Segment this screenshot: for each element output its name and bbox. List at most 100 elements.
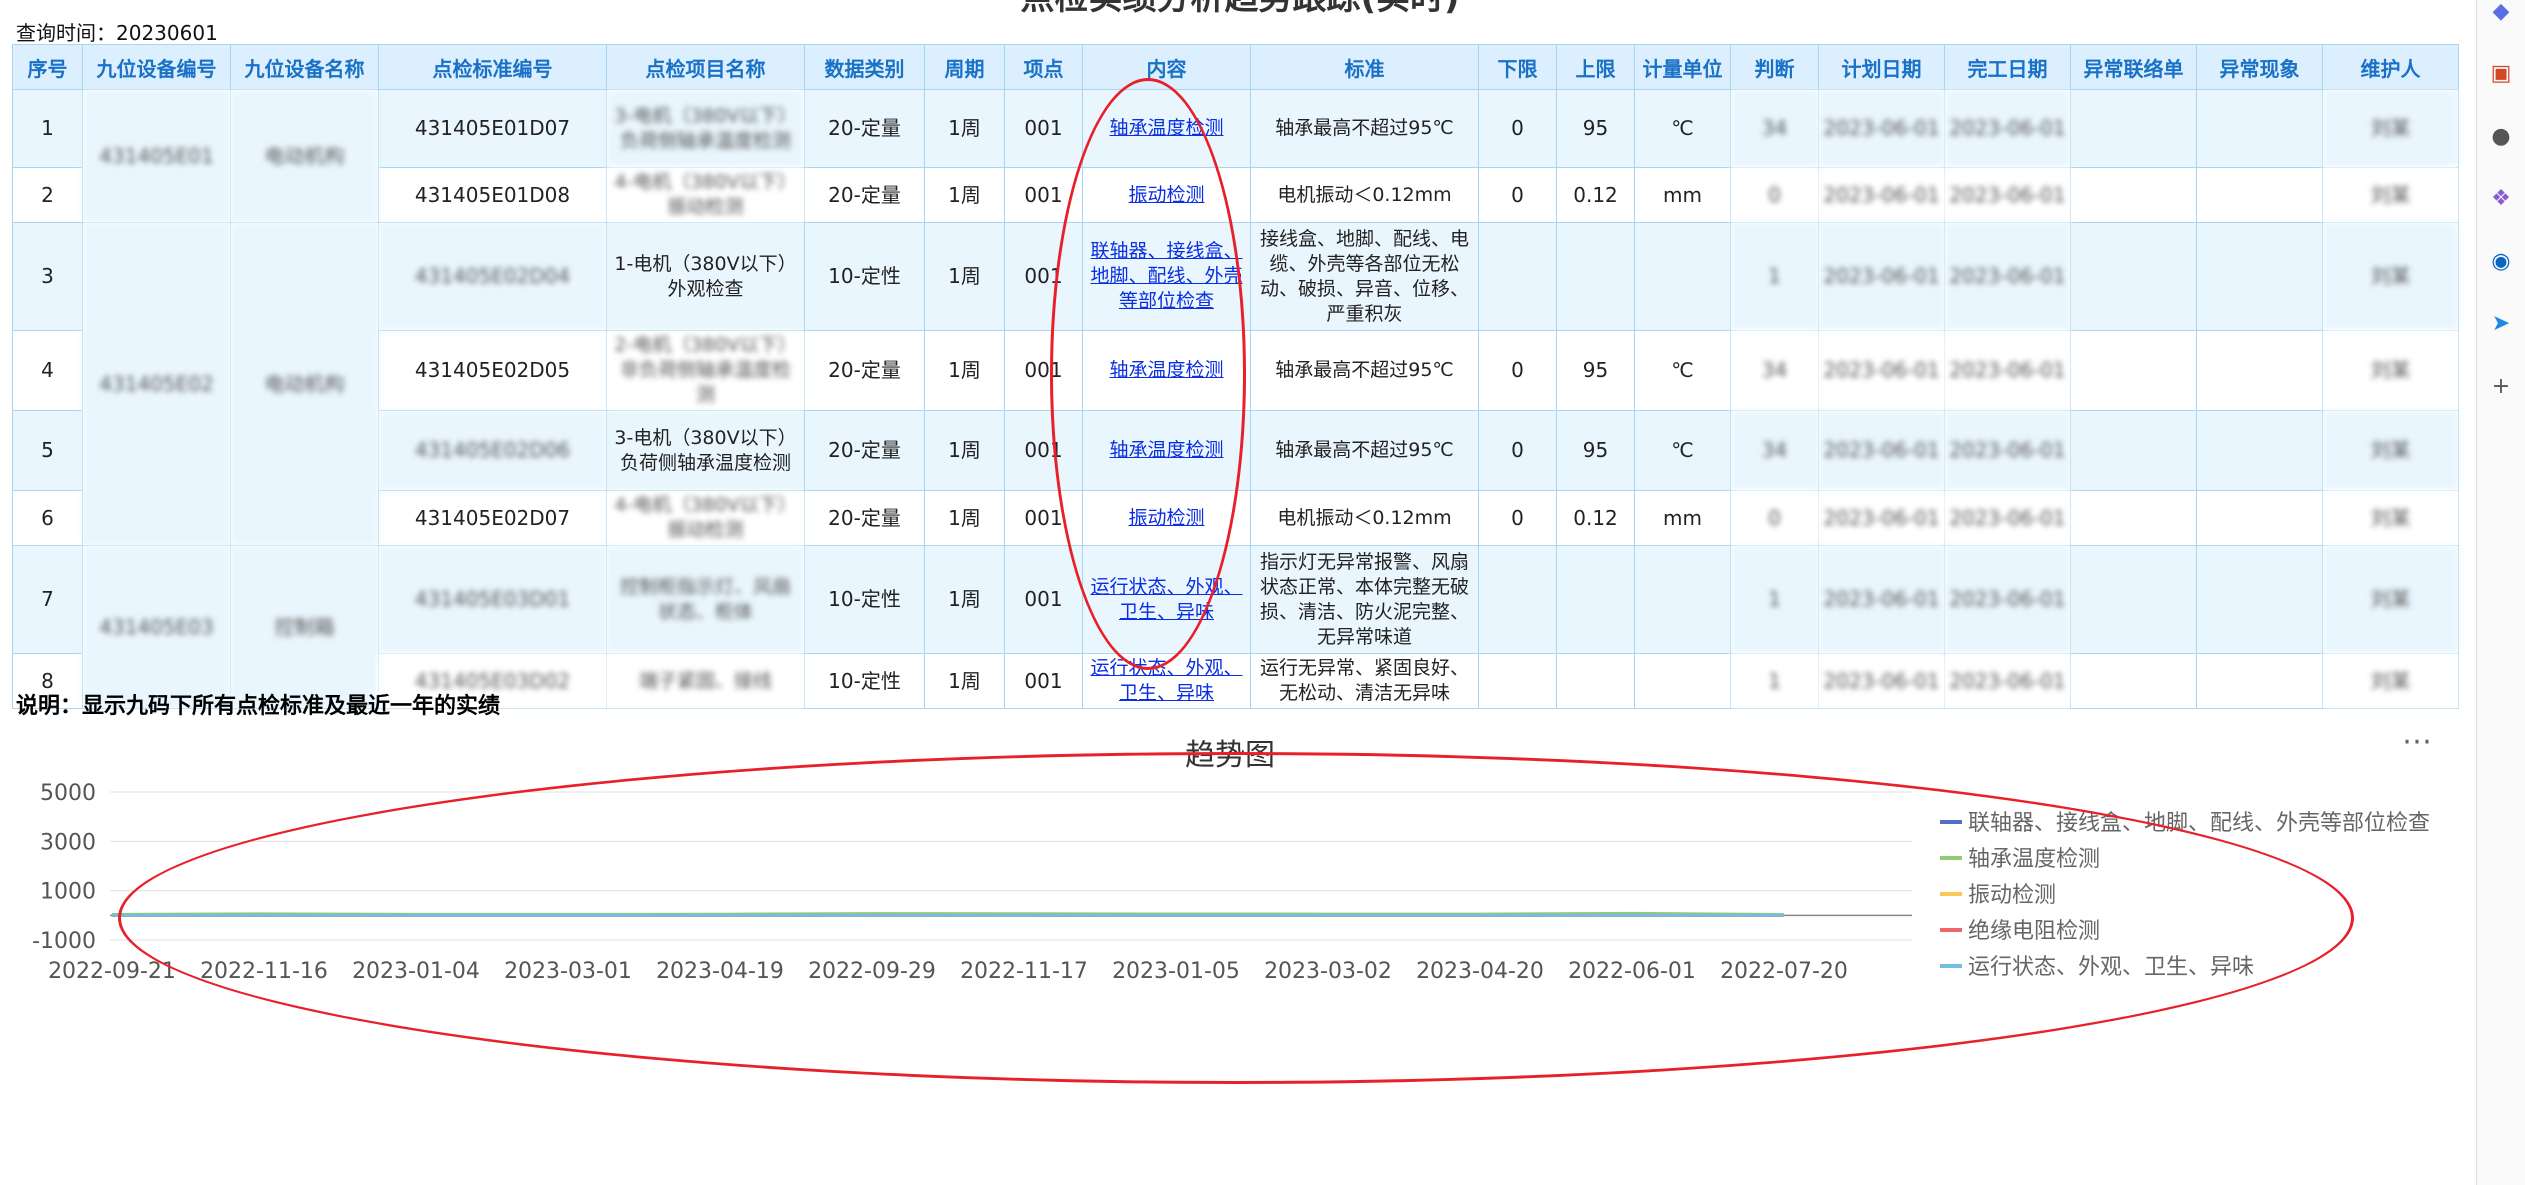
header-cell[interactable]: 项点 <box>1004 44 1083 90</box>
header-cell[interactable]: 下限 <box>1478 44 1557 90</box>
judge-cell: 0 <box>1730 167 1819 223</box>
maintainer-cell: 刘某 <box>2322 545 2459 654</box>
equipment-name-cell: 电动机构 <box>230 89 379 223</box>
no-cell: 1 <box>12 89 83 168</box>
standard-cell: 轴承最高不超过95℃ <box>1250 410 1479 491</box>
outlook-icon[interactable]: ◉ <box>2489 250 2513 274</box>
query-time: 查询时间：20230601 <box>16 21 218 45</box>
unit-cell: ℃ <box>1634 89 1731 168</box>
header-cell[interactable]: 上限 <box>1556 44 1635 90</box>
content-link[interactable]: 运行状态、外观、卫生、异味 <box>1090 576 1242 623</box>
unit-cell <box>1634 222 1731 331</box>
plan-date-cell: 2023-06-01 <box>1818 410 1945 491</box>
content-link[interactable]: 联轴器、接线盒、地脚、配线、外壳等部位检查 <box>1090 240 1242 312</box>
plus-icon[interactable]: + <box>2489 375 2513 399</box>
header-cell[interactable]: 九位设备编号 <box>82 44 231 90</box>
legend-label[interactable]: 联轴器、接线盒、地脚、配线、外壳等部位检查 <box>1968 811 2430 836</box>
done-date-cell: 2023-06-01 <box>1944 89 2071 168</box>
unit-cell: mm <box>1634 167 1731 223</box>
std-no-cell: 431405E02D06 <box>378 410 607 491</box>
lower-cell: 0 <box>1478 330 1557 411</box>
abn-contact-cell <box>2070 222 2197 331</box>
table-row: 3 431405E02 电动机构 431405E02D04 1-电机（380V以下）外观… <box>12 222 2459 546</box>
std-no-cell: 431405E02D04 <box>378 222 607 331</box>
upper-cell: 0.12 <box>1556 490 1635 546</box>
ellipsis-icon[interactable]: ⋯ <box>2402 724 2433 759</box>
cycle-cell: 1周 <box>924 330 1005 411</box>
standard-cell: 轴承最高不超过95℃ <box>1250 89 1479 168</box>
content-cell: 振动检测 <box>1082 490 1251 546</box>
header-cell[interactable]: 九位设备名称 <box>230 44 379 90</box>
table-row: 4 431405E02D05 2-电机（380V以下）非负荷侧轴承温度检测 20-定量… <box>12 330 2459 411</box>
item-cell: 2-电机（380V以下）非负荷侧轴承温度检测 <box>606 330 805 411</box>
header-cell[interactable]: 计划日期 <box>1818 44 1945 90</box>
content-link[interactable]: 振动检测 <box>1128 184 1204 206</box>
lower-cell: 0 <box>1478 410 1557 491</box>
lower-cell <box>1478 653 1557 709</box>
standard-cell: 指示灯无异常报警、风扇状态正常、本体完整无破损、清洁、防火泥完整、无异常味道 <box>1250 545 1479 654</box>
page-title: 点检实绩分析趋势跟踪(实时) <box>0 0 2480 19</box>
content-link[interactable]: 轴承温度检测 <box>1109 117 1223 139</box>
unit-cell: ℃ <box>1634 410 1731 491</box>
header-cell[interactable]: 标准 <box>1250 44 1479 90</box>
item-cell: 4-电机（380V以下）振动检测 <box>606 167 805 223</box>
briefcase-icon[interactable]: ▣ <box>2489 62 2513 86</box>
x-tick-label: 2023-03-01 <box>504 959 632 984</box>
send-icon[interactable]: ➤ <box>2489 312 2513 336</box>
content-link[interactable]: 轴承温度检测 <box>1109 359 1223 381</box>
type-cell: 20-定量 <box>804 89 925 168</box>
plan-date-cell: 2023-06-01 <box>1818 545 1945 654</box>
chart-title: 趋势图 <box>1185 738 1275 773</box>
point-cell: 001 <box>1004 545 1083 654</box>
legend-label[interactable]: 运行状态、外观、卫生、异味 <box>1968 955 2254 980</box>
type-cell: 20-定量 <box>804 490 925 546</box>
header-cell[interactable]: 序号 <box>12 44 83 90</box>
copilot-icon[interactable]: ❖ <box>2489 187 2513 211</box>
type-cell: 10-定性 <box>804 545 925 654</box>
table-row: 1 431405E01 电动机构 431405E01D07 3-电机（380V以下）负荷… <box>12 89 2459 223</box>
no-cell: 2 <box>12 167 83 223</box>
inspection-table: 序号 九位设备编号 九位设备名称 点检标准编号 点检项目名称 数据类别 周期 项… <box>12 44 2459 709</box>
header-cell[interactable]: 计量单位 <box>1634 44 1731 90</box>
cycle-cell: 1周 <box>924 222 1005 331</box>
judge-cell: 34 <box>1730 89 1819 168</box>
x-tick-label: 2023-01-04 <box>352 959 480 984</box>
judge-cell: 34 <box>1730 410 1819 491</box>
header-cell[interactable]: 数据类别 <box>804 44 925 90</box>
header-cell[interactable]: 点检项目名称 <box>606 44 805 90</box>
item-cell: 1-电机（380V以下）外观检查 <box>606 222 805 331</box>
legend-label[interactable]: 绝缘电阻检测 <box>1968 919 2100 944</box>
person-icon[interactable]: ● <box>2489 125 2513 149</box>
header-cell[interactable]: 完工日期 <box>1944 44 2071 90</box>
legend-label[interactable]: 轴承温度检测 <box>1968 847 2100 872</box>
chart-legend: 联轴器、接线盒、地脚、配线、外壳等部位检查轴承温度检测振动检测绝缘电阻检测运行状… <box>1940 811 2430 980</box>
content-link[interactable]: 轴承温度检测 <box>1109 439 1223 461</box>
content-link[interactable]: 振动检测 <box>1128 507 1204 529</box>
note-text: 说明：显示九码下所有点检标准及最近一年的实绩 <box>16 694 501 719</box>
header-cell[interactable]: 判断 <box>1730 44 1819 90</box>
plan-date-cell: 2023-06-01 <box>1818 653 1945 709</box>
x-tick-label: 2022-11-16 <box>200 959 328 984</box>
abn-phen-cell <box>2196 222 2323 331</box>
header-cell[interactable]: 周期 <box>924 44 1005 90</box>
equipment-code-cell: 431405E01 <box>82 89 231 223</box>
unit-cell: mm <box>1634 490 1731 546</box>
plan-date-cell: 2023-06-01 <box>1818 222 1945 331</box>
x-tick-label: 2022-06-01 <box>1568 959 1696 984</box>
header-cell[interactable]: 异常现象 <box>2196 44 2323 90</box>
legend-label[interactable]: 振动检测 <box>1968 883 2056 908</box>
header-cell[interactable]: 维护人 <box>2322 44 2459 90</box>
diamond-icon[interactable]: ◆ <box>2489 0 2513 24</box>
abn-contact-cell <box>2070 410 2197 491</box>
std-no-cell: 431405E01D07 <box>378 89 607 168</box>
plan-date-cell: 2023-06-01 <box>1818 490 1945 546</box>
header-cell[interactable]: 异常联络单 <box>2070 44 2197 90</box>
header-cell[interactable]: 内容 <box>1082 44 1251 90</box>
abn-phen-cell <box>2196 330 2323 411</box>
header-cell[interactable]: 点检标准编号 <box>378 44 607 90</box>
content-cell: 轴承温度检测 <box>1082 330 1251 411</box>
plan-date-cell: 2023-06-01 <box>1818 330 1945 411</box>
cycle-cell: 1周 <box>924 490 1005 546</box>
content-link[interactable]: 运行状态、外观、卫生、异味 <box>1090 657 1242 704</box>
upper-cell <box>1556 653 1635 709</box>
